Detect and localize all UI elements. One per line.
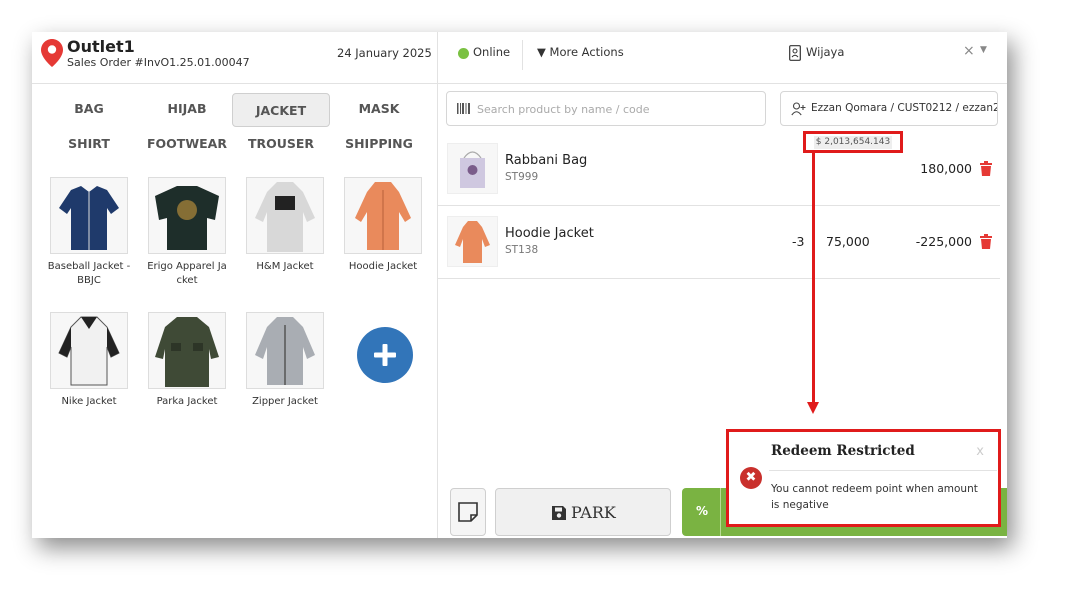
cashier-select[interactable]: Wijaya	[806, 45, 844, 59]
product-card[interactable]: Erigo Apparel Ja cket	[138, 177, 236, 288]
product-image	[246, 177, 324, 254]
annotation-arrow-line	[812, 153, 815, 406]
cart-item-price: 75,000	[826, 234, 870, 249]
product-name: Erigo Apparel Ja cket	[147, 261, 227, 286]
cart-item-total: 180,000	[920, 161, 972, 176]
order-header: Online ▼ More Actions Wijaya × ▼	[438, 32, 1007, 84]
barcode-icon	[457, 103, 470, 114]
online-status: Online	[473, 45, 511, 59]
product-image	[344, 177, 422, 254]
customer-name: Ezzan Qomara / CUST0212 / ezzan2	[811, 102, 998, 114]
toast-close-button[interactable]: x	[976, 444, 984, 459]
cart-item-name: Hoodie Jacket	[505, 226, 594, 241]
product-image	[50, 177, 128, 254]
product-search[interactable]	[446, 91, 766, 126]
product-card[interactable]: Nike Jacket	[40, 312, 138, 409]
product-name: Nike Jacket	[61, 396, 117, 407]
product-image	[148, 177, 226, 254]
tab-jacket[interactable]: JACKET	[232, 93, 330, 127]
note-button[interactable]	[450, 488, 486, 536]
product-name: Hoodie Jacket	[348, 261, 418, 272]
outlet-name: Outlet1	[67, 37, 135, 56]
tab-shipping[interactable]: SHIPPING	[330, 127, 428, 161]
location-pin-icon	[41, 39, 63, 67]
add-product-button[interactable]	[357, 327, 413, 383]
product-card[interactable]: Baseball Jacket - BBJC	[40, 177, 138, 288]
product-card[interactable]: H&M Jacket	[236, 177, 334, 274]
plus-icon	[374, 344, 396, 366]
tab-mask[interactable]: MASK	[330, 92, 428, 126]
product-name: H&M Jacket	[256, 261, 314, 272]
tab-bag[interactable]: BAG	[40, 92, 138, 126]
cart-item-image	[447, 216, 498, 267]
cart-item-code: ST138	[505, 244, 539, 256]
search-input[interactable]	[477, 100, 757, 118]
product-image	[50, 312, 128, 389]
outlet-header: Outlet1 Sales Order #InvO1.25.01.00047 2…	[32, 32, 438, 84]
sales-order-number: Sales Order #InvO1.25.01.00047	[67, 56, 250, 69]
product-name: Parka Jacket	[156, 396, 218, 407]
toast-divider	[769, 470, 997, 471]
tab-trouser[interactable]: TROUSER	[232, 127, 330, 161]
cart-item-name: Rabbani Bag	[505, 153, 588, 168]
cart-item-total: -225,000	[915, 234, 972, 249]
error-icon: ✖	[740, 467, 762, 489]
save-icon	[552, 506, 566, 520]
customer-select[interactable]: Ezzan Qomara / CUST0212 / ezzan2	[780, 91, 998, 126]
trash-icon[interactable]	[980, 161, 992, 176]
tab-hijab[interactable]: HIJAB	[138, 92, 236, 126]
tab-shirt[interactable]: SHIRT	[40, 127, 138, 161]
park-label: PARK	[571, 503, 616, 522]
product-card[interactable]: Hoodie Jacket	[334, 177, 432, 274]
product-card[interactable]: Parka Jacket	[138, 312, 236, 409]
sticky-note-icon	[458, 502, 478, 522]
cart-item-code: ST999	[505, 171, 539, 183]
more-actions-button[interactable]: ▼ More Actions	[537, 45, 624, 59]
toast-message: You cannot redeem point when amount is n…	[771, 483, 978, 511]
cart-item-qty[interactable]: -3	[792, 234, 804, 249]
tab-footwear[interactable]: FOOTWEAR	[138, 127, 236, 161]
order-panel: Online ▼ More Actions Wijaya × ▼ Ezzan Q…	[438, 32, 1007, 538]
product-card[interactable]: Zipper Jacket	[236, 312, 334, 409]
pos-window: Outlet1 Sales Order #InvO1.25.01.00047 2…	[32, 32, 1007, 538]
cart-item[interactable]: Rabbani Bag ST999 180,000	[438, 133, 1000, 206]
product-name: Baseball Jacket - BBJC	[47, 261, 131, 286]
chevron-down-icon[interactable]: ▼	[980, 45, 987, 55]
user-badge-icon	[789, 45, 801, 61]
caret-down-icon: ▼	[537, 45, 546, 59]
product-image	[148, 312, 226, 389]
park-button[interactable]: PARK	[495, 488, 671, 536]
online-status-icon	[458, 48, 469, 59]
pay-button-divider	[720, 488, 721, 536]
redeem-restricted-toast: Redeem Restricted x ✖ You cannot redeem …	[726, 429, 1001, 527]
order-date: 24 January 2025	[337, 46, 432, 60]
toast-title: Redeem Restricted	[771, 443, 915, 459]
product-name: Zipper Jacket	[252, 396, 318, 407]
discount-percent-icon[interactable]: %	[696, 504, 708, 518]
clear-cashier-icon[interactable]: ×	[963, 43, 975, 59]
add-user-icon	[791, 102, 806, 116]
trash-icon[interactable]	[980, 234, 992, 249]
product-panel: Outlet1 Sales Order #InvO1.25.01.00047 2…	[32, 32, 438, 538]
cart-item-image	[447, 143, 498, 194]
annotation-arrow-head	[807, 402, 819, 414]
cart-item[interactable]: Hoodie Jacket ST138 -3 75,000 -225,000	[438, 206, 1000, 279]
header-divider	[522, 40, 523, 70]
product-image	[246, 312, 324, 389]
